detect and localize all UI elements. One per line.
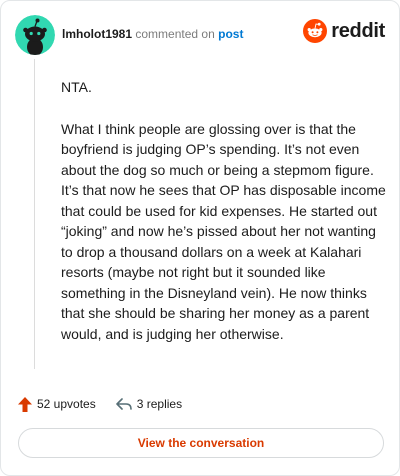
- replies-button[interactable]: 3 replies: [115, 397, 183, 411]
- reddit-logo[interactable]: reddit: [303, 19, 385, 43]
- reply-arrow-icon: [115, 398, 132, 410]
- reddit-wordmark: reddit: [331, 19, 385, 42]
- post-link[interactable]: post: [218, 27, 243, 41]
- user-avatar[interactable]: [15, 15, 55, 55]
- commented-on-text: commented on: [135, 27, 215, 41]
- upvote-arrow-icon: [18, 396, 32, 412]
- upvote-count: 52 upvotes: [37, 397, 96, 411]
- comment-paragraph: NTA.: [61, 79, 92, 95]
- embedded-comment-card: lmholot1981 commented on post reddit NTA…: [0, 0, 400, 476]
- comment-meta: lmholot1981 commented on post: [62, 27, 243, 41]
- comment-body: NTA. What I think people are glossing ov…: [61, 77, 387, 365]
- comment-paragraph: What I think people are glossing over is…: [61, 120, 386, 342]
- username-link[interactable]: lmholot1981: [62, 27, 132, 41]
- reply-count: 3 replies: [136, 397, 183, 411]
- reddit-alien-icon: [303, 19, 328, 43]
- view-conversation-button[interactable]: View the conversation: [18, 428, 384, 458]
- comment-actions: 52 upvotes 3 replies: [18, 395, 202, 413]
- thread-line: [34, 59, 35, 369]
- snoo-avatar-icon: [15, 15, 55, 55]
- comment-header: lmholot1981 commented on post reddit: [15, 15, 385, 55]
- upvote-button[interactable]: 52 upvotes: [18, 396, 96, 412]
